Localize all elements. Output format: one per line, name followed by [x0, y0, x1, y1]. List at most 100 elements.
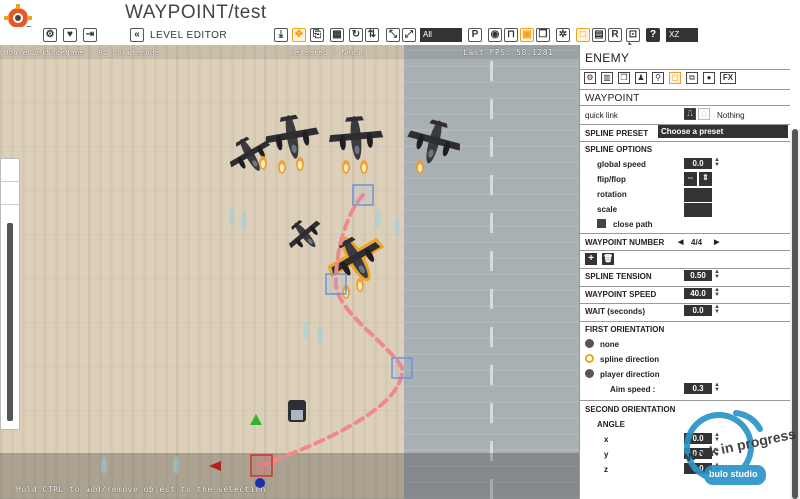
close-path-checkbox[interactable] — [597, 219, 606, 228]
map-icon[interactable]: ▥ — [601, 72, 613, 84]
aim-speed-input[interactable]: 0.3 — [684, 383, 712, 394]
window-icon[interactable]: ▤ — [592, 28, 606, 42]
level-viewport[interactable]: MouseOverNodeName : RC_Spritenode Select… — [0, 45, 579, 499]
waypoint-marker[interactable] — [325, 273, 347, 295]
link-icon[interactable]: ⎘ — [310, 28, 324, 42]
settings-icon[interactable]: ⚙ — [43, 28, 57, 42]
export-icon[interactable]: ⇥ — [83, 28, 97, 42]
trash-icon[interactable]: 🗑 — [602, 253, 614, 265]
player-object[interactable] — [288, 400, 306, 422]
film-icon[interactable]: ⊡ — [626, 28, 640, 42]
lock-icon[interactable]: ⊓ — [504, 28, 518, 42]
quick-link-icon[interactable]: ⎍ — [684, 108, 696, 120]
spline-tension-stepper[interactable]: ▲ ▼ — [714, 269, 720, 281]
scale-input[interactable] — [684, 203, 712, 217]
add-waypoint-icon[interactable]: + — [585, 253, 597, 265]
spline-preset-dropdown[interactable]: Choose a preset — [658, 125, 788, 138]
enemy-plane[interactable] — [326, 113, 386, 174]
person-icon[interactable]: ♟ — [635, 72, 647, 84]
wait-input[interactable]: 0.0 — [684, 305, 712, 316]
copy-icon[interactable]: ❐ — [618, 72, 630, 84]
axis-dropdown[interactable]: XZ — [666, 28, 698, 42]
fx-icon[interactable]: FX — [720, 72, 736, 84]
hud-fps: Last FPS: 58.1281 — [463, 48, 554, 57]
panel-divider — [580, 89, 790, 90]
move-tool-icon[interactable]: ✥ — [292, 28, 306, 42]
frame-icon[interactable]: □ — [576, 28, 590, 42]
p-button[interactable]: P — [468, 28, 482, 42]
flip-flop-label: flip/flop — [597, 175, 626, 184]
global-speed-label: global speed — [597, 160, 646, 169]
download-icon[interactable]: ⤓ — [274, 28, 288, 42]
quick-link-alt-icon[interactable]: ⎍ — [698, 108, 710, 120]
rotation-label: rotation — [597, 190, 627, 199]
wip-brand: bulo studio — [709, 469, 758, 479]
resize-icon[interactable]: ⤢ — [402, 28, 416, 42]
panel-divider — [580, 105, 790, 106]
pin-icon[interactable]: ⚲ — [652, 72, 664, 84]
rotation-input[interactable] — [684, 188, 712, 202]
panel-divider — [580, 286, 790, 287]
angle-y-label: y — [604, 450, 609, 459]
enemy-plane[interactable] — [402, 113, 466, 174]
flip-icon[interactable]: ⇅ — [365, 28, 379, 42]
waypoint-speed-stepper[interactable]: ▲ ▼ — [714, 287, 720, 299]
aim-speed-stepper[interactable]: ▲ ▼ — [714, 382, 720, 394]
r-button[interactable]: R — [608, 28, 622, 42]
selected-waypoint-marker[interactable] — [250, 454, 273, 477]
waypoint-icon[interactable]: ▢ — [669, 72, 681, 84]
waypoint-marker[interactable] — [352, 184, 374, 206]
gear-small-icon[interactable]: ✲ — [556, 28, 570, 42]
orientation-none-radio[interactable] — [585, 339, 594, 348]
angle-x-label: x — [604, 435, 609, 444]
hud-mouse-over: MouseOverNodeName : RC_Spritenode — [4, 49, 160, 57]
global-speed-stepper[interactable]: ▲ ▼ — [714, 157, 720, 169]
properties-panel: ENEMY ⚙ ▥ ❐ ♟ ⚲ ▢ ⧉ ● FX WAYPOINT quick … — [579, 45, 800, 499]
rotate-icon[interactable]: ↻ — [349, 28, 363, 42]
orientation-spline-radio[interactable] — [585, 354, 594, 363]
orientation-player-label: player direction — [600, 370, 660, 379]
waypoint-speed-input[interactable]: 40.0 — [684, 288, 712, 299]
bomb-icon[interactable]: ● — [703, 72, 715, 84]
global-speed-input[interactable]: 0.0 — [684, 158, 712, 169]
flip-horizontal-icon[interactable]: ⇔ — [684, 172, 697, 186]
waypoint-marker[interactable] — [391, 357, 413, 379]
hud-hint: Hold CTRL to add/remove object to the se… — [16, 485, 266, 494]
close-path-label: close path — [613, 220, 653, 229]
heart-icon[interactable]: ♥ — [63, 28, 77, 42]
panel-divider — [580, 69, 790, 70]
help-icon[interactable]: ? — [646, 28, 660, 42]
spline-options-label: SPLINE OPTIONS — [585, 145, 653, 154]
paste-icon[interactable]: ▣ — [520, 28, 534, 42]
gear-icon[interactable]: ⚙ — [584, 72, 596, 84]
aim-speed-label: Aim speed : — [610, 385, 656, 394]
enemy-plane[interactable] — [261, 110, 323, 174]
grid-icon[interactable]: ▦ — [330, 28, 344, 42]
spline-path[interactable] — [260, 193, 405, 467]
wait-stepper[interactable]: ▲ ▼ — [714, 304, 720, 316]
waypoint-next-button[interactable]: ▶ — [714, 238, 719, 246]
orientation-player-radio[interactable] — [585, 369, 594, 378]
spline-tension-input[interactable]: 0.50 — [684, 270, 712, 281]
orientation-spline-label: spline direction — [600, 355, 660, 364]
waypoint-prev-button[interactable]: ◀ — [678, 238, 683, 246]
scale-icon[interactable]: ⤡ — [386, 28, 400, 42]
enemy-header: ENEMY — [585, 51, 630, 65]
transform-gizmo[interactable] — [209, 414, 265, 488]
flip-vertical-icon[interactable]: ⇕ — [699, 172, 712, 186]
scene-canvas[interactable] — [0, 45, 579, 499]
double-arrow-left-icon[interactable]: « — [130, 28, 144, 42]
panel-divider — [580, 321, 790, 322]
panel-scrollbar-thumb[interactable] — [792, 129, 798, 499]
orientation-none-label: none — [600, 340, 620, 349]
title-bar: WAYPOINT/test — [0, 0, 800, 36]
panel-divider — [580, 233, 790, 234]
left-scrollbar[interactable] — [7, 223, 13, 421]
duplicate-icon[interactable]: ⧉ — [686, 72, 698, 84]
waypoint-number-label: WAYPOINT NUMBER — [585, 238, 665, 247]
copy-icon[interactable]: ❐ — [536, 28, 550, 42]
first-orientation-label: FIRST ORIENTATION — [585, 325, 665, 334]
filter-dropdown[interactable]: All — [420, 28, 462, 42]
camera-icon[interactable]: ◉ — [488, 28, 502, 42]
enemy-plane[interactable] — [280, 210, 330, 260]
